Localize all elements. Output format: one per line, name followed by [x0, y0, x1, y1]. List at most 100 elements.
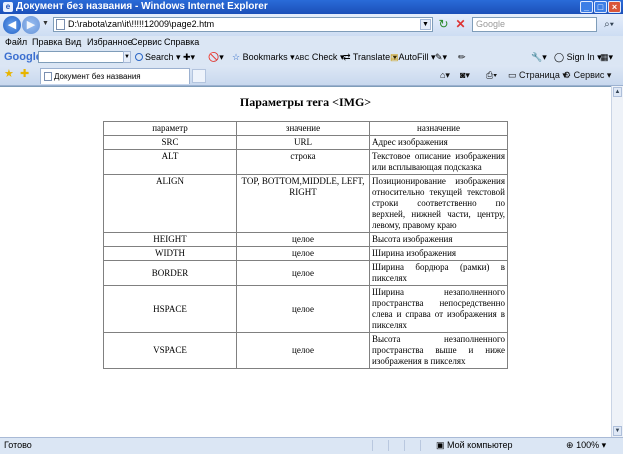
- menu-help[interactable]: Справка: [164, 36, 199, 49]
- stop-icon[interactable]: ✕: [453, 17, 468, 32]
- table-header-row: параметр значение назначение: [103, 121, 508, 136]
- menu-bar: Файл Правка Вид Избранное Сервис Справка: [0, 36, 623, 49]
- new-tab-button[interactable]: [192, 69, 206, 83]
- back-button[interactable]: ◀: [3, 16, 21, 34]
- add-favorite-icon[interactable]: ✚: [20, 68, 29, 80]
- translate-button[interactable]: ⇄ Translate ▾: [343, 49, 397, 65]
- status-divider: [388, 440, 403, 451]
- vertical-scrollbar[interactable]: ▲ ▼: [611, 86, 623, 437]
- tools-menu-button[interactable]: ⚙ Сервис ▾: [563, 68, 611, 82]
- window-controls: _ □ ×: [580, 1, 621, 13]
- pencil-icon[interactable]: ✏: [458, 49, 466, 65]
- title-bar: e Документ без названия - Windows Intern…: [0, 0, 623, 14]
- zoom-icon: ⊕: [566, 440, 574, 450]
- table-row: VSPACE целое Высота незаполненного прост…: [103, 332, 508, 369]
- page-menu-button[interactable]: ▭ Страница ▾: [508, 68, 567, 82]
- status-divider: [372, 440, 387, 451]
- search-go-icon[interactable]: ⌕▾: [600, 17, 618, 32]
- purpose-cell: Ширина незаполненного пространства непос…: [369, 285, 508, 333]
- value-cell: целое: [236, 285, 370, 333]
- tab-page-icon: [44, 72, 52, 81]
- refresh-icon[interactable]: ↻: [436, 17, 451, 32]
- status-divider: [420, 440, 435, 451]
- page-content: Параметры тега <IMG> параметр значение н…: [0, 86, 611, 438]
- address-text: D:\rabota\zan\it\!!!!!12009\page2.htm: [68, 19, 215, 29]
- zone-indicator: ▣ Мой компьютер: [436, 440, 513, 450]
- value-cell: целое: [236, 232, 370, 247]
- autofill-icon: ▤: [390, 52, 399, 62]
- tab-title: Документ без названия: [54, 72, 141, 81]
- favorites-star-icon[interactable]: ★: [4, 68, 14, 80]
- scroll-down-icon[interactable]: ▼: [613, 426, 622, 436]
- table-row: HSPACE целое Ширина незаполненного прост…: [103, 285, 508, 333]
- scroll-up-icon[interactable]: ▲: [613, 87, 622, 97]
- forward-button[interactable]: ▶: [22, 16, 40, 34]
- param-cell: SRC: [103, 135, 237, 150]
- google-search-dropdown-icon[interactable]: ▼: [123, 51, 131, 63]
- menu-view[interactable]: Вид: [65, 36, 81, 49]
- zoom-control[interactable]: ⊕ 100% ▾: [566, 438, 606, 453]
- tab-bar: ★ ✚ Документ без названия ⌂▾ ◙▾ ⎙▾ ▭ Стр…: [0, 65, 623, 86]
- param-cell: WIDTH: [103, 246, 237, 261]
- value-cell: TOP, BOTTOM,MIDDLE, LEFT, RIGHT: [236, 174, 370, 233]
- table-row: SRC URL Адрес изображения: [103, 135, 508, 150]
- value-cell: целое: [236, 260, 370, 286]
- minimize-button[interactable]: _: [580, 1, 593, 13]
- page-icon: [56, 19, 65, 30]
- table-row: ALIGN TOP, BOTTOM,MIDDLE, LEFT, RIGHT По…: [103, 174, 508, 233]
- address-dropdown-icon[interactable]: ▼: [420, 19, 431, 30]
- computer-icon: ▣: [436, 440, 445, 450]
- search-placeholder: Google: [476, 19, 506, 29]
- table-row: WIDTH целое Ширина изображения: [103, 246, 508, 261]
- sign-in-button[interactable]: ◯ Sign In ▾: [554, 49, 602, 65]
- page-heading: Параметры тега <IMG>: [239, 95, 372, 109]
- google-search-input[interactable]: [38, 51, 128, 63]
- search-input[interactable]: Google: [472, 17, 597, 32]
- param-cell: ALIGN: [103, 174, 237, 233]
- param-cell: VSPACE: [103, 332, 237, 369]
- window-title: Документ без названия - Windows Internet…: [16, 1, 268, 12]
- param-cell: HSPACE: [103, 285, 237, 333]
- column-header: параметр: [103, 121, 237, 136]
- google-logo: Google: [4, 51, 42, 63]
- pen-icon[interactable]: ✎▾: [435, 49, 447, 65]
- user-icon: ◯: [554, 52, 565, 62]
- menu-file[interactable]: Файл: [5, 36, 27, 49]
- status-bar: Готово ▣ Мой компьютер ⊕ 100% ▾: [0, 437, 623, 454]
- share-icon[interactable]: ✚▾: [183, 49, 195, 65]
- params-table: параметр значение назначение SRC URL Адр…: [103, 121, 508, 369]
- abc-check-icon: ABC: [295, 55, 310, 62]
- param-cell: BORDER: [103, 260, 237, 286]
- close-button[interactable]: ×: [608, 1, 621, 13]
- popup-blocker-icon[interactable]: 🚫▾: [208, 49, 224, 65]
- history-dropdown-icon[interactable]: ▼: [42, 20, 49, 27]
- print-icon[interactable]: ⎙▾: [486, 68, 497, 82]
- google-search-button[interactable]: Search ▾: [135, 49, 181, 65]
- purpose-cell: Ширина изображения: [369, 246, 508, 261]
- purpose-cell: Ширина бордюра (рамки) в пикселях: [369, 260, 508, 286]
- tab-current[interactable]: Документ без названия: [40, 68, 190, 84]
- value-cell: целое: [236, 246, 370, 261]
- feeds-icon[interactable]: ◙▾: [460, 68, 470, 82]
- menu-favorites[interactable]: Избранное: [87, 36, 133, 49]
- value-cell: URL: [236, 135, 370, 150]
- translate-tool-icon[interactable]: ▦▾: [600, 49, 613, 65]
- purpose-cell: Позиционирование изображения относительн…: [369, 174, 508, 233]
- table-row: HEIGHT целое Высота изображения: [103, 232, 508, 247]
- bookmarks-button[interactable]: ☆ Bookmarks ▾: [232, 49, 295, 65]
- autofill-button[interactable]: ▤AutoFill ▾: [390, 49, 436, 65]
- maximize-button[interactable]: □: [594, 1, 607, 13]
- menu-tools[interactable]: Сервис: [131, 36, 162, 49]
- value-cell: строка: [236, 149, 370, 175]
- page-menu-icon: ▭: [508, 70, 517, 80]
- wrench-icon[interactable]: 🔧▾: [531, 49, 547, 65]
- google-toolbar: Google ▼ Search ▾ ✚▾ 🚫▾ ☆ Bookmarks ▾ AB…: [0, 49, 623, 65]
- menu-edit[interactable]: Правка: [32, 36, 62, 49]
- status-text: Готово: [4, 440, 32, 450]
- purpose-cell: Текстовое описание изображения или всплы…: [369, 149, 508, 175]
- gear-icon: ⚙: [563, 70, 572, 80]
- column-header: значение: [236, 121, 370, 136]
- home-icon[interactable]: ⌂▾: [440, 68, 450, 82]
- address-bar[interactable]: D:\rabota\zan\it\!!!!!12009\page2.htm ▼: [53, 17, 433, 32]
- star-icon: ☆: [232, 52, 241, 62]
